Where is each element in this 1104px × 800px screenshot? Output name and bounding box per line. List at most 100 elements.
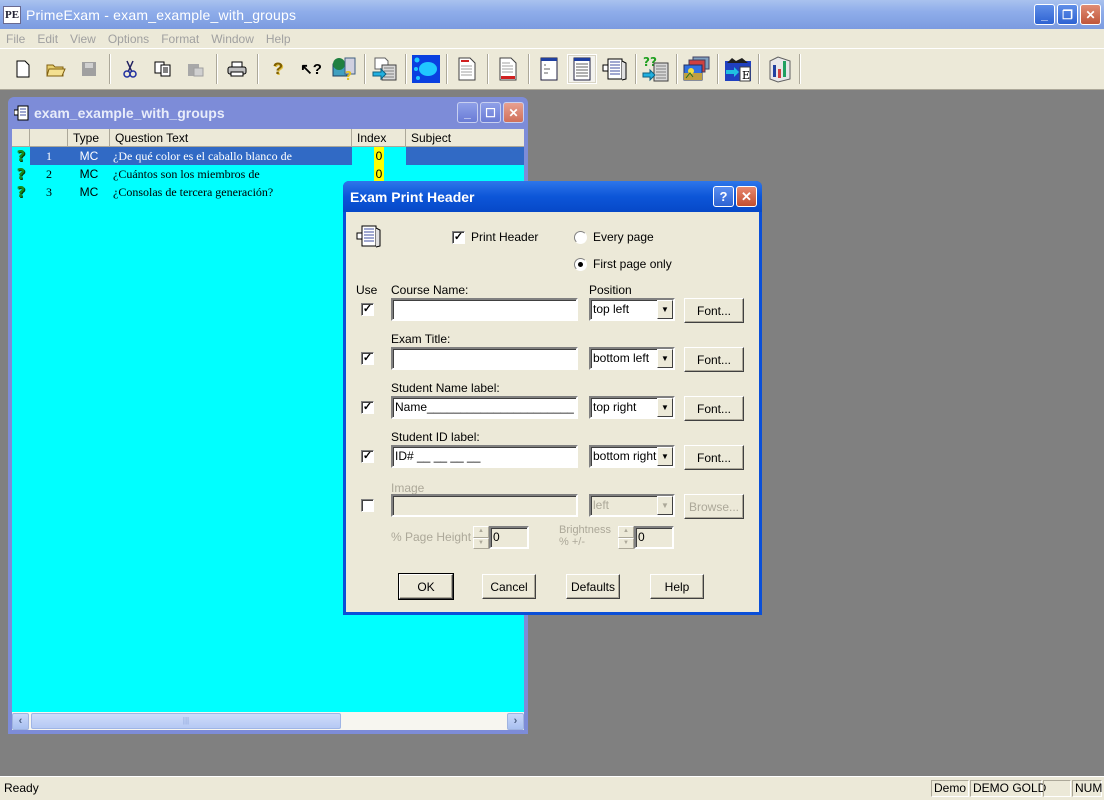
maximize-icon: ☐ [485, 105, 496, 120]
chevron-down-icon[interactable]: ▼ [657, 398, 673, 417]
student-name-input[interactable]: Name______________________ [391, 396, 578, 419]
child-maximize-button[interactable]: ☐ [480, 102, 501, 123]
child-minimize-button[interactable]: _ [457, 102, 478, 123]
cancel-button[interactable]: Cancel [482, 574, 536, 599]
images-button[interactable] [682, 54, 712, 84]
column-header-subject[interactable]: Subject [406, 129, 524, 146]
menu-edit[interactable]: Edit [31, 32, 64, 46]
every-page-radio[interactable] [574, 230, 587, 244]
defaults-button[interactable]: Defaults [566, 574, 620, 599]
print-button[interactable] [222, 54, 252, 84]
student-id-font-button[interactable]: Font... [684, 445, 744, 470]
column-header-icon[interactable] [12, 129, 30, 146]
open-button[interactable] [41, 54, 71, 84]
import-button[interactable] [370, 54, 400, 84]
spin-down-icon[interactable]: ▼ [473, 537, 489, 549]
toolbar-separator [216, 54, 218, 84]
course-name-use-checkbox[interactable]: ✓ [361, 303, 374, 316]
horizontal-scrollbar[interactable]: ‹ ||| › [12, 712, 524, 730]
every-page-radio-row[interactable]: Every page [574, 230, 654, 244]
chevron-down-icon[interactable]: ▼ [657, 300, 673, 319]
menu-options[interactable]: Options [102, 32, 155, 46]
dialog-help-button[interactable]: ? [713, 186, 734, 207]
print-header-checkbox-row[interactable]: ✓ Print Header [452, 230, 538, 244]
help-button[interactable]: ? [263, 54, 293, 84]
exam-title-position-select[interactable]: bottom left ▼ [589, 347, 675, 370]
copy-button[interactable] [148, 54, 178, 84]
menu-window[interactable]: Window [205, 32, 260, 46]
image-position-select[interactable]: left ▼ [589, 494, 675, 517]
student-id-label: Student ID label: [391, 430, 480, 444]
paste-button[interactable] [181, 54, 211, 84]
first-page-only-radio-row[interactable]: First page only [574, 257, 672, 271]
student-name-use-checkbox[interactable]: ✓ [361, 401, 374, 414]
scrollbar-thumb[interactable]: ||| [31, 713, 341, 729]
column-header-index[interactable]: Index [352, 129, 406, 146]
exam-title-use-checkbox[interactable]: ✓ [361, 352, 374, 365]
new-button[interactable] [8, 54, 38, 84]
print-header-checkbox[interactable]: ✓ [452, 230, 465, 244]
course-name-input[interactable] [391, 298, 578, 321]
page-layout-button[interactable] [534, 54, 564, 84]
dialog-title: Exam Print Header [350, 188, 475, 205]
image-label: Image [391, 481, 425, 495]
page-lines-button[interactable] [567, 54, 597, 84]
grid-header: Type Question Text Index Subject [12, 129, 524, 147]
student-name-font-button[interactable]: Font... [684, 396, 744, 421]
chevron-down-icon[interactable]: ▼ [657, 349, 673, 368]
statistics-button[interactable] [764, 54, 794, 84]
student-id-use-checkbox[interactable]: ✓ [361, 450, 374, 463]
menu-file[interactable]: File [0, 32, 31, 46]
student-id-position-select[interactable]: bottom right ▼ [589, 445, 675, 468]
print-header-icon [356, 225, 381, 248]
print-header-button[interactable] [600, 54, 630, 84]
import-questions-button[interactable]: ?? [641, 54, 671, 84]
footer-page-button[interactable] [493, 54, 523, 84]
course-name-font-button[interactable]: Font... [684, 298, 744, 323]
groups-button[interactable] [411, 54, 441, 84]
scroll-right-button[interactable]: › [507, 712, 524, 730]
student-name-position-select[interactable]: top right ▼ [589, 396, 675, 419]
exam-title-font-button[interactable]: Font... [684, 347, 744, 372]
app-minimize-button[interactable]: _ [1034, 4, 1055, 25]
brightness-spinner[interactable]: ▲ ▼ [618, 526, 634, 549]
header-page-button[interactable] [452, 54, 482, 84]
column-header-question-text[interactable]: Question Text [110, 129, 352, 146]
first-page-only-radio[interactable] [574, 257, 587, 271]
context-help-button[interactable]: ↖? [296, 54, 326, 84]
page-height-spinner[interactable]: ▲ ▼ [473, 526, 489, 549]
help-button[interactable]: Help [650, 574, 704, 599]
cut-button[interactable] [115, 54, 145, 84]
spin-down-icon[interactable]: ▼ [618, 537, 634, 549]
chevron-down-icon[interactable]: ▼ [657, 447, 673, 466]
course-name-position-select[interactable]: top left ▼ [589, 298, 675, 321]
menu-view[interactable]: View [64, 32, 102, 46]
image-browse-button[interactable]: Browse... [684, 494, 744, 519]
chevron-down-icon[interactable]: ▼ [657, 496, 673, 515]
brightness-input[interactable]: 0 [634, 526, 674, 549]
ok-button[interactable]: OK [398, 573, 454, 600]
svg-text:?: ? [345, 69, 352, 82]
app-restore-button[interactable]: ❐ [1057, 4, 1078, 25]
row-question-text: ¿Consolas de tercera generación? [113, 185, 274, 199]
exam-title-input[interactable] [391, 347, 578, 370]
menu-format[interactable]: Format [155, 32, 205, 46]
save-button[interactable] [74, 54, 104, 84]
spin-up-icon[interactable]: ▲ [473, 526, 489, 538]
spin-up-icon[interactable]: ▲ [618, 526, 634, 538]
question-bank-button[interactable]: ? [329, 54, 359, 84]
column-header-type[interactable]: Type [68, 129, 110, 146]
column-header-number[interactable] [30, 129, 68, 146]
page-height-input[interactable]: 0 [489, 526, 529, 549]
image-path-input[interactable] [391, 494, 578, 517]
student-id-input[interactable]: ID# __ __ __ __ [391, 445, 578, 468]
dialog-close-button[interactable]: ✕ [736, 186, 757, 207]
status-pane-caps [1043, 780, 1071, 797]
image-use-checkbox[interactable] [361, 499, 374, 512]
scroll-left-button[interactable]: ‹ [12, 712, 29, 730]
menu-help[interactable]: Help [260, 32, 297, 46]
child-close-button[interactable]: ✕ [503, 102, 524, 123]
app-close-button[interactable]: ✕ [1080, 4, 1101, 25]
table-row[interactable]: ? 1 MC ¿De qué color es el caballo blanc… [12, 147, 524, 165]
export-button[interactable]: E [723, 54, 753, 84]
